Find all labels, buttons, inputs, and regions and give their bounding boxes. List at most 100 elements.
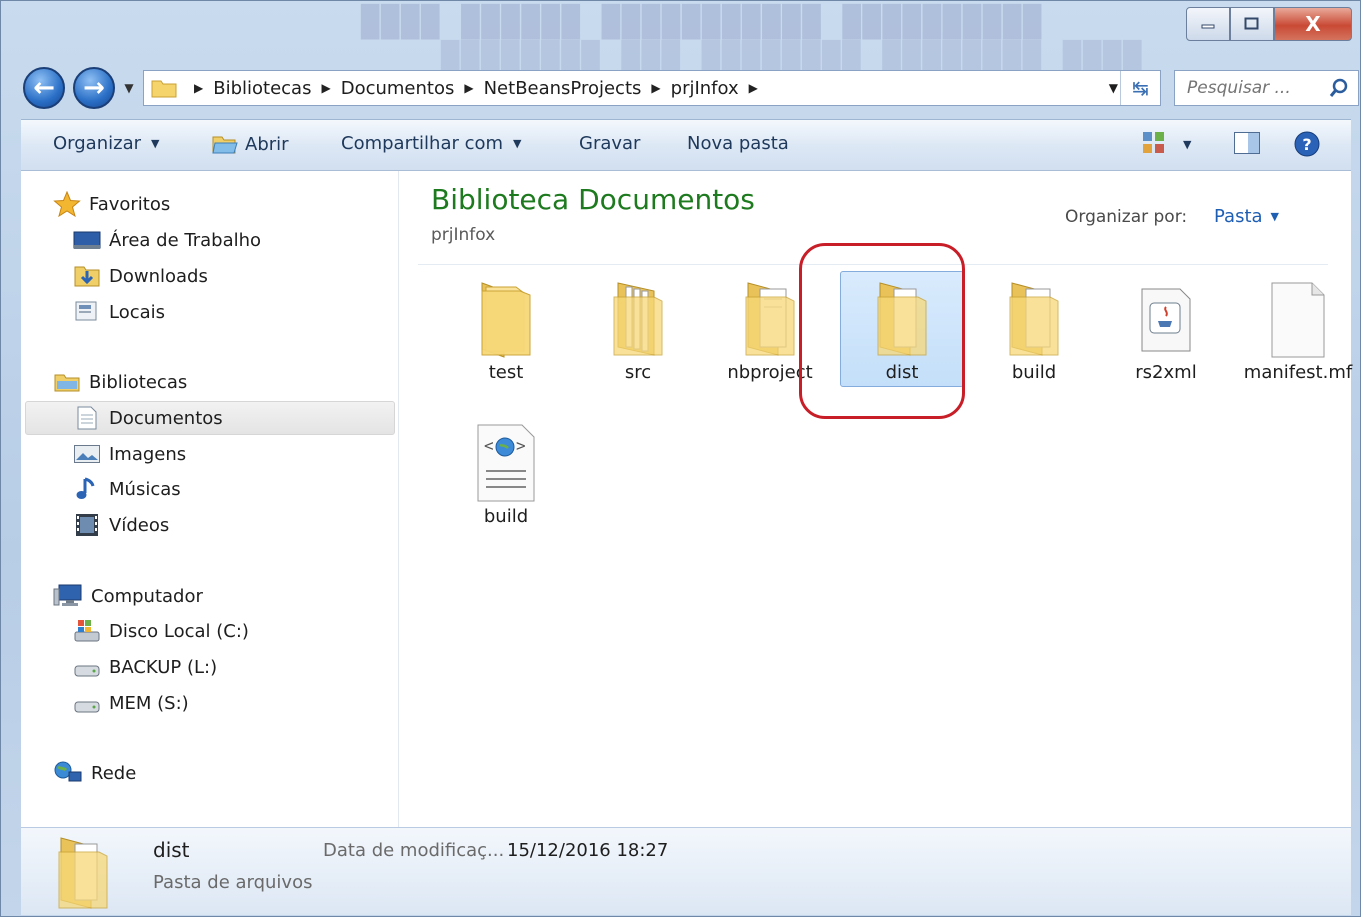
arrange-by-label: Organizar por: — [1065, 207, 1188, 227]
open-folder-icon — [212, 136, 238, 154]
details-modified-value: 15/12/2016 18:27 — [507, 840, 669, 861]
recent-pages-dropdown[interactable]: ▼ — [121, 77, 137, 99]
maximize-button[interactable] — [1230, 7, 1274, 41]
nav-item-favorites[interactable]: Favoritos — [53, 187, 170, 221]
file-label: test — [488, 362, 524, 383]
file-item-build-folder[interactable]: build — [970, 271, 1098, 391]
nav-label: Rede — [91, 762, 137, 784]
recent-places-icon — [75, 301, 97, 321]
folder-icon — [1009, 282, 1059, 356]
search-icon[interactable] — [1328, 77, 1350, 99]
breadcrumb-documentos[interactable]: Documentos — [341, 78, 455, 99]
close-button[interactable]: X — [1274, 7, 1352, 41]
chevron-down-icon: ▼ — [124, 81, 134, 95]
libraries-icon — [54, 374, 80, 392]
nav-item-images[interactable]: Imagens — [73, 437, 186, 471]
address-dropdown-icon[interactable]: ▼ — [1109, 81, 1118, 95]
nav-item-desktop[interactable]: Área de Trabalho — [73, 223, 261, 257]
forward-arrow-icon: → — [83, 73, 105, 103]
burn-button[interactable]: Gravar — [579, 133, 640, 154]
change-view-icon[interactable] — [1141, 130, 1167, 156]
folder-icon — [58, 837, 108, 909]
forward-button[interactable]: → — [73, 67, 115, 109]
jar-file-icon — [1141, 288, 1191, 352]
file-label: build — [483, 506, 529, 527]
breadcrumb-separator[interactable]: ▶ — [321, 81, 330, 95]
details-item-type: Pasta de arquivos — [153, 872, 313, 893]
svg-text:?: ? — [1302, 135, 1311, 154]
details-pane: dist Pasta de arquivos Data de modificaç… — [21, 827, 1351, 915]
explorer-window: ████ ██████ ███████████ ██████████ █████… — [0, 0, 1361, 917]
new-folder-button[interactable]: Nova pasta — [687, 133, 789, 154]
nav-item-libraries[interactable]: Bibliotecas — [53, 365, 187, 399]
folder-icon — [151, 80, 177, 98]
file-item-manifest[interactable]: manifest.mf — [1234, 271, 1361, 391]
file-label: rs2xml — [1135, 362, 1197, 383]
breadcrumb-netbeansprojects[interactable]: NetBeansProjects — [484, 78, 642, 99]
breadcrumb-separator[interactable]: ▶ — [651, 81, 660, 95]
view-options-dropdown[interactable]: ▼ — [1183, 138, 1191, 151]
nav-item-places[interactable]: Locais — [73, 295, 165, 329]
minimize-button[interactable] — [1186, 7, 1230, 41]
nav-label: Favoritos — [89, 193, 171, 215]
organize-menu-button[interactable]: Organizar ▼ — [53, 133, 159, 154]
nav-item-documents[interactable]: Documentos — [73, 401, 223, 435]
nav-item-backup-drive[interactable]: BACKUP (L:) — [73, 650, 217, 684]
folder-icon — [481, 282, 531, 358]
svg-text:>: > — [516, 436, 526, 455]
images-icon — [74, 445, 100, 463]
new-folder-label: Nova pasta — [687, 133, 789, 154]
arrange-by-dropdown[interactable]: Pasta ▼ — [1214, 206, 1279, 227]
command-toolbar: Organizar ▼ Abrir Compartilhar com ▼ Grava… — [21, 119, 1351, 171]
preview-pane-icon[interactable] — [1233, 130, 1261, 156]
videos-icon — [76, 514, 98, 536]
window-controls: X — [1186, 7, 1352, 43]
breadcrumb-separator[interactable]: ▶ — [464, 81, 473, 95]
desktop-icon — [73, 231, 101, 249]
navigation-pane: Favoritos Área de Trabalho Downloads Loc… — [21, 171, 399, 827]
breadcrumb-bibliotecas[interactable]: Bibliotecas — [213, 78, 311, 99]
computer-icon — [53, 584, 82, 606]
nav-item-computer[interactable]: Computador — [53, 579, 203, 613]
drive-icon — [74, 665, 100, 677]
nav-label: Computador — [91, 585, 203, 607]
nav-item-downloads[interactable]: Downloads — [73, 259, 208, 293]
nav-label: Locais — [109, 301, 166, 323]
nav-label: BACKUP (L:) — [109, 656, 218, 678]
breadcrumb-separator[interactable]: ▶ — [194, 81, 203, 95]
file-item-src[interactable]: src — [574, 271, 702, 391]
nav-item-network[interactable]: Rede — [53, 756, 136, 790]
file-item-build-xml[interactable]: < > build — [442, 415, 570, 535]
breadcrumb-prjinfox[interactable]: prjInfox — [671, 78, 739, 99]
open-button[interactable]: Abrir — [211, 133, 289, 155]
nav-item-music[interactable]: Músicas — [73, 472, 181, 506]
search-input[interactable] — [1187, 78, 1327, 98]
back-button[interactable]: ← — [23, 67, 65, 109]
network-icon — [54, 761, 82, 782]
downloads-folder-icon — [74, 266, 100, 287]
documents-icon — [77, 406, 97, 430]
annotation-red-circle — [799, 243, 965, 419]
nav-label: Documentos — [109, 407, 223, 429]
file-item-test[interactable]: test — [442, 271, 570, 391]
nav-item-mem-drive[interactable]: MEM (S:) — [73, 686, 189, 720]
share-menu-button[interactable]: Compartilhar com ▼ — [341, 133, 522, 154]
folder-icon — [745, 282, 795, 356]
music-icon — [76, 477, 95, 499]
organize-label: Organizar — [53, 133, 141, 154]
help-icon[interactable]: ? — [1293, 130, 1321, 158]
share-label: Compartilhar com — [341, 133, 504, 154]
file-item-rs2xml[interactable]: rs2xml — [1102, 271, 1230, 391]
nav-label: Área de Trabalho — [109, 229, 262, 251]
nav-item-videos[interactable]: Vídeos — [73, 508, 169, 542]
svg-text:<: < — [484, 436, 494, 455]
nav-item-disk-c[interactable]: Disco Local (C:) — [73, 614, 249, 648]
breadcrumb-separator[interactable]: ▶ — [749, 81, 758, 95]
refresh-icon: ↹ — [1132, 76, 1149, 100]
nav-label: Imagens — [109, 443, 187, 465]
nav-label: MEM (S:) — [109, 692, 189, 714]
back-arrow-icon: ← — [33, 73, 55, 103]
address-bar[interactable]: ▶ Bibliotecas ▶ Documentos ▶ NetBeansPro… — [143, 70, 1161, 106]
refresh-button[interactable]: ↹ — [1120, 71, 1160, 105]
file-label: manifest.mf — [1243, 362, 1353, 383]
